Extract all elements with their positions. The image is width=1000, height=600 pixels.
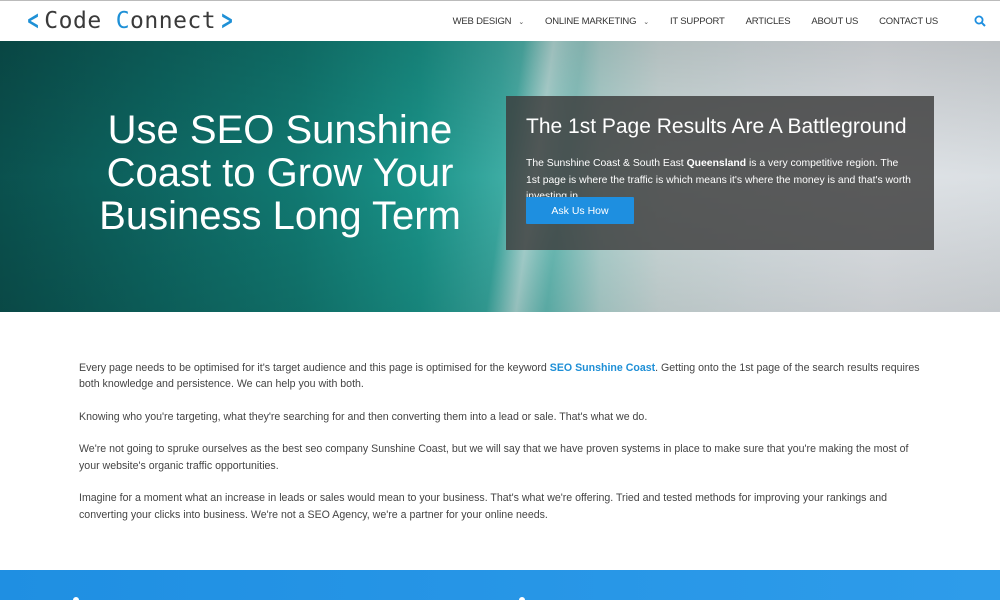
site-header: < Code Connect > WEB DESIGN ⌄ ONLINE MAR… (0, 0, 1000, 41)
logo-word-connect: onnect (130, 8, 217, 34)
logo-right-bracket: > (220, 6, 234, 36)
paragraph-4: Imagine for a moment what an increase in… (79, 492, 888, 521)
nav-item-about-us[interactable]: ABOUT US (811, 16, 858, 27)
hero-title: Use SEO Sunshine Coast to Grow Your Busi… (99, 108, 461, 238)
nav-label: ONLINE MARKETING (545, 16, 637, 27)
nav-label: IT SUPPORT (669, 16, 725, 27)
nav-item-web-design[interactable]: WEB DESIGN ⌄ (452, 16, 525, 27)
hero-info-box: The 1st Page Results Are A Battleground … (506, 96, 934, 250)
ask-us-how-button[interactable]: Ask Us How (526, 197, 634, 224)
logo-word-code: Code (44, 8, 102, 34)
chevron-down-icon: ⌄ (518, 18, 524, 26)
nav-item-online-marketing[interactable]: ONLINE MARKETING ⌄ (545, 16, 649, 27)
nav-label: ABOUT US (811, 16, 859, 27)
logo-left-bracket: < (26, 6, 40, 36)
nav-label: ARTICLES (745, 16, 791, 27)
logo-letter-c: C (115, 8, 131, 34)
search-icon[interactable] (974, 15, 988, 29)
paragraph-1: Every page needs to be optimised for it'… (79, 360, 929, 393)
logo[interactable]: < Code Connect > (22, 6, 238, 36)
hero-box-text-bold: Queensland (686, 158, 747, 169)
chevron-down-icon: ⌄ (643, 18, 649, 26)
nav-label: CONTACT US (879, 16, 938, 27)
seo-sunshine-coast-link[interactable]: SEO Sunshine Coast (550, 362, 655, 374)
main-nav: WEB DESIGN ⌄ ONLINE MARKETING ⌄ IT SUPPO… (453, 1, 1000, 42)
hero-box-title: The 1st Page Results Are A Battleground (526, 115, 907, 138)
nav-item-it-support[interactable]: IT SUPPORT (670, 16, 725, 27)
nav-label: WEB DESIGN (452, 16, 512, 27)
hero-box-text-start: The Sunshine Coast & South East (526, 158, 687, 169)
nav-item-contact-us[interactable]: CONTACT US (879, 16, 938, 27)
hero-section: Use SEO Sunshine Coast to Grow Your Busi… (0, 41, 1000, 312)
nav-item-articles[interactable]: ARTICLES (746, 16, 791, 27)
main-content: Every page needs to be optimised for it'… (79, 360, 929, 539)
paragraph-3: We're not going to spruke ourselves as t… (79, 443, 909, 472)
paragraph-1-start: Every page needs to be optimised for it'… (79, 362, 550, 374)
paragraph-2: Knowing who you're targeting, what they'… (79, 410, 648, 423)
blue-band-section (0, 570, 1000, 600)
